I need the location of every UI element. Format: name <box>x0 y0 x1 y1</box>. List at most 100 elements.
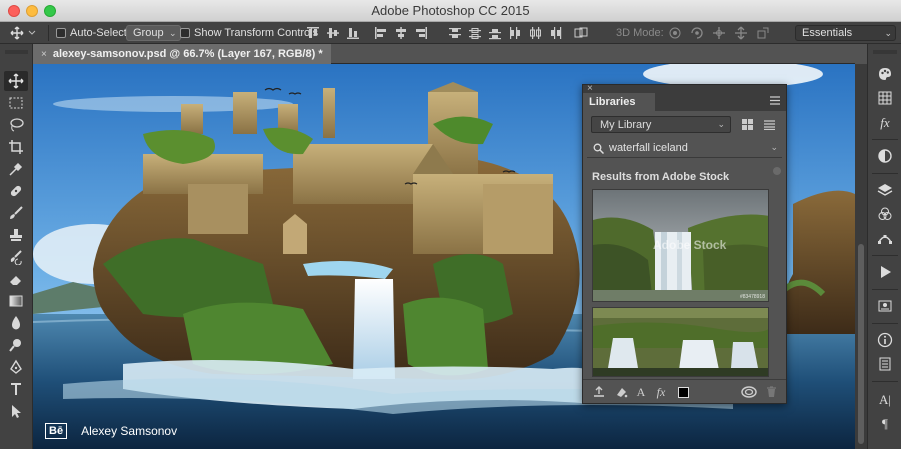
marquee-icon <box>9 97 23 109</box>
history-icon[interactable] <box>877 356 893 372</box>
grid-view-button[interactable] <box>738 116 756 133</box>
stock-result-waterfall-2[interactable] <box>592 307 769 377</box>
behance-logo: Bē <box>45 423 68 439</box>
3d-roll-icon[interactable] <box>690 26 704 40</box>
paths-icon[interactable] <box>877 230 893 246</box>
blur-tool[interactable] <box>4 313 28 333</box>
libraries-tab-row: Libraries <box>583 93 786 111</box>
clone-stamp-tool[interactable] <box>4 225 28 245</box>
eraser-icon <box>10 276 21 285</box>
canvas-vertical-scrollbar[interactable] <box>855 64 867 449</box>
tab-libraries[interactable]: Libraries <box>583 93 655 111</box>
document-tab-bar: × alexey-samsonov.psd @ 66.7% (Layer 167… <box>33 44 855 64</box>
auto-align-layers-icon[interactable] <box>574 26 588 40</box>
path-selection-tool[interactable] <box>4 401 28 421</box>
adjustments-icon[interactable] <box>877 148 893 164</box>
distribute-right-edges-icon[interactable] <box>548 26 562 40</box>
results-heading: Results from Adobe Stock <box>592 171 730 183</box>
align-top-edges-icon[interactable] <box>306 26 320 40</box>
distribute-left-edges-icon[interactable] <box>508 26 522 40</box>
3d-mode-label: 3D Mode: <box>616 27 664 39</box>
move-tool-preset-icon[interactable] <box>10 22 36 44</box>
eraser-tool[interactable] <box>4 269 28 289</box>
dodge-icon <box>9 339 21 352</box>
type-icon <box>11 383 21 395</box>
scrollbar-thumb[interactable] <box>858 244 864 444</box>
distribute-vertical-centers-icon[interactable] <box>468 26 482 40</box>
creative-cloud-icon[interactable] <box>741 384 757 400</box>
pen-icon <box>10 359 22 374</box>
list-view-button[interactable] <box>760 116 778 133</box>
grid-view-icon <box>741 119 753 130</box>
eyedropper-tool[interactable] <box>4 159 28 179</box>
add-layer-style-icon[interactable]: fx <box>653 384 669 400</box>
pen-tool[interactable] <box>4 357 28 377</box>
color-icon[interactable] <box>877 66 893 82</box>
stock-result-waterfall-1[interactable]: Adobe Stock #83478918 <box>592 189 769 302</box>
stock-search-field[interactable]: waterfall iceland ⌄ <box>587 139 782 158</box>
distribute-horizontal-centers-icon[interactable] <box>528 26 542 40</box>
align-vertical-centers-icon[interactable] <box>326 26 340 40</box>
chevron-down-icon: ⌄ <box>717 119 725 129</box>
distribute-bottom-edges-icon[interactable] <box>488 26 502 40</box>
3d-slide-icon[interactable] <box>734 26 748 40</box>
lasso-tool[interactable] <box>4 115 28 135</box>
healing-brush-tool[interactable] <box>4 181 28 201</box>
close-tab-icon[interactable]: × <box>41 49 47 60</box>
document-tab[interactable]: × alexey-samsonov.psd @ 66.7% (Layer 167… <box>33 44 331 64</box>
history-brush-icon <box>10 250 22 265</box>
chevron-down-icon[interactable]: ⌄ <box>770 142 778 153</box>
stamp-icon <box>10 229 22 241</box>
waterfall-thumbnail <box>593 308 768 376</box>
history-brush-tool[interactable] <box>4 247 28 267</box>
align-right-edges-icon[interactable] <box>414 26 428 40</box>
type-tool[interactable] <box>4 379 28 399</box>
align-bottom-edges-icon[interactable] <box>346 26 360 40</box>
drop-icon <box>12 316 20 330</box>
libraries-footer: A fx <box>583 379 786 403</box>
info-icon[interactable] <box>877 332 893 348</box>
library-name: My Library <box>600 118 652 131</box>
library-dropdown[interactable]: My Library ⌄ <box>591 116 731 133</box>
distribute-top-edges-icon[interactable] <box>448 26 462 40</box>
workspace-switcher[interactable]: Essentials ⌄ <box>795 25 896 41</box>
upload-graphic-icon[interactable] <box>591 384 607 400</box>
align-left-edges-icon[interactable] <box>374 26 388 40</box>
character-icon[interactable]: A| <box>877 392 893 408</box>
3d-pan-icon[interactable] <box>712 26 726 40</box>
move-icon <box>8 73 24 89</box>
brush-tool[interactable] <box>4 203 28 223</box>
add-character-style-icon[interactable]: A <box>633 384 649 400</box>
dodge-tool[interactable] <box>4 335 28 355</box>
artist-credit: Bē Alexey Samsonov <box>45 423 177 439</box>
layers-icon[interactable] <box>877 182 893 198</box>
panel-menu-icon[interactable] <box>770 96 780 105</box>
channels-icon[interactable] <box>877 206 893 222</box>
crop-tool[interactable] <box>4 137 28 157</box>
window-title: Adobe Photoshop CC 2015 <box>371 3 530 18</box>
properties-icon[interactable] <box>877 298 893 314</box>
marquee-tool[interactable] <box>4 93 28 113</box>
bandage-icon <box>10 185 22 197</box>
swatches-icon[interactable] <box>877 90 893 106</box>
gradient-tool[interactable] <box>4 291 28 311</box>
align-horizontal-centers-icon[interactable] <box>394 26 408 40</box>
chevron-down-icon: ⌄ <box>884 28 892 38</box>
actions-play-icon[interactable] <box>877 264 893 280</box>
show-transform-label: Show Transform Controls <box>194 27 319 39</box>
add-color-icon[interactable] <box>613 384 629 400</box>
stock-watermark: Adobe Stock <box>653 238 727 252</box>
stock-id: #83478918 <box>739 294 765 300</box>
paragraph-icon[interactable]: ¶ <box>877 416 893 432</box>
auto-select-target-dropdown[interactable]: Group ⌄ <box>126 25 181 41</box>
show-transform-checkbox[interactable] <box>180 28 190 38</box>
styles-fx-icon[interactable]: fx <box>877 115 893 131</box>
3d-scale-icon[interactable] <box>756 26 770 40</box>
auto-select-checkbox[interactable] <box>56 28 66 38</box>
auto-select-target-value: Group <box>133 27 164 39</box>
move-tool[interactable] <box>4 71 28 91</box>
3d-rotate-icon[interactable] <box>668 26 682 40</box>
trash-icon[interactable] <box>763 384 779 400</box>
add-foreground-color-icon[interactable] <box>675 384 691 400</box>
title-bar: Adobe Photoshop CC 2015 <box>0 0 901 22</box>
